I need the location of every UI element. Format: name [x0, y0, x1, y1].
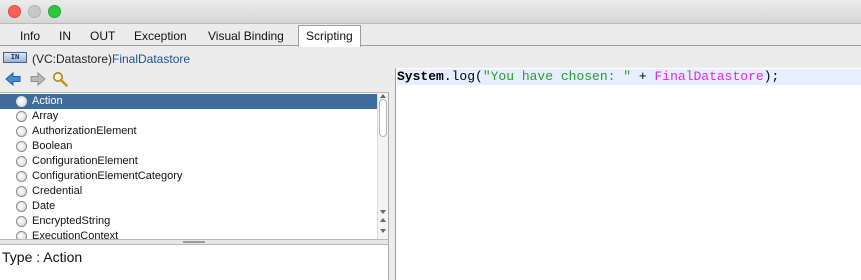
context-type: (VC:Datastore)	[32, 52, 113, 66]
scroll-up-icon[interactable]	[380, 218, 386, 222]
list-item-label: ExecutionContext	[32, 230, 119, 239]
type-icon	[16, 231, 27, 239]
type-icon	[16, 96, 27, 107]
type-icon	[16, 141, 27, 152]
type-icon	[16, 216, 27, 227]
type-detail-label: Type : Action	[2, 249, 83, 265]
in-parameter-icon: IN	[3, 52, 27, 63]
list-item-label: Date	[32, 200, 56, 212]
tab-scripting[interactable]: Scripting	[298, 25, 361, 47]
search-icon[interactable]	[52, 71, 68, 87]
scroll-up-icon[interactable]	[380, 94, 386, 98]
code-variable: FinalDatastore	[654, 69, 764, 84]
list-item-label: ConfigurationElementCategory	[32, 170, 183, 182]
scroll-down-icon[interactable]	[380, 210, 386, 214]
list-item-label: Array	[32, 110, 59, 122]
vertical-scrollbar[interactable]	[377, 93, 388, 239]
list-item-label: Credential	[32, 185, 83, 197]
tab-exception[interactable]: Exception	[134, 27, 187, 46]
list-item[interactable]: Action	[0, 94, 378, 109]
code-string: "You have chosen: "	[482, 69, 632, 84]
vertical-splitter[interactable]	[389, 68, 396, 280]
navigation-toolbar	[0, 68, 390, 90]
context-name[interactable]: FinalDatastore	[112, 52, 190, 66]
tab-visual-binding[interactable]: Visual Binding	[208, 27, 284, 46]
scroll-down-icon[interactable]	[380, 229, 386, 233]
list-item[interactable]: ExecutionContext	[0, 229, 378, 239]
list-item[interactable]: Credential	[0, 184, 378, 199]
type-detail-panel: Type : Action	[0, 245, 389, 280]
list-item-label: ConfigurationElement	[32, 155, 138, 167]
type-icon	[16, 156, 27, 167]
type-icon	[16, 171, 27, 182]
type-list: Action Array AuthorizationElement Boolea…	[0, 92, 389, 239]
list-item[interactable]: Boolean	[0, 139, 378, 154]
splitter-grip-icon	[183, 241, 205, 243]
type-icon	[16, 186, 27, 197]
tab-bar: Info IN OUT Exception Visual Binding Scr…	[0, 24, 861, 47]
list-item-label: Action	[32, 95, 63, 107]
list-item[interactable]: AuthorizationElement	[0, 124, 378, 139]
type-icon	[16, 111, 27, 122]
code-call: .log(	[443, 69, 483, 84]
context-bar: IN (VC:Datastore) FinalDatastore	[0, 47, 861, 66]
list-item[interactable]: ConfigurationElement	[0, 154, 378, 169]
back-arrow-icon[interactable]	[5, 71, 21, 87]
list-item-label: Boolean	[32, 140, 73, 152]
type-icon	[16, 201, 27, 212]
list-item[interactable]: EncryptedString	[0, 214, 378, 229]
code-end: );	[763, 69, 780, 84]
script-editor[interactable]: System.log("You have chosen: " + FinalDa…	[396, 68, 861, 280]
scrollbar-thumb[interactable]	[379, 99, 387, 137]
tab-in[interactable]: IN	[59, 27, 71, 46]
code-object: System	[397, 69, 444, 84]
type-icon	[16, 126, 27, 137]
tab-info[interactable]: Info	[20, 27, 40, 46]
list-item-label: AuthorizationElement	[32, 125, 137, 137]
maximize-window-button[interactable]	[48, 5, 61, 18]
list-item[interactable]: Date	[0, 199, 378, 214]
minimize-window-button[interactable]	[28, 5, 41, 18]
tab-out[interactable]: OUT	[90, 27, 115, 46]
window-titlebar	[0, 0, 861, 24]
list-item-label: EncryptedString	[32, 215, 111, 227]
code-operator: +	[631, 69, 655, 84]
list-item[interactable]: ConfigurationElementCategory	[0, 169, 378, 184]
list-item[interactable]: Array	[0, 109, 378, 124]
code-line[interactable]: System.log("You have chosen: " + FinalDa…	[397, 69, 861, 85]
close-window-button[interactable]	[8, 5, 21, 18]
forward-arrow-icon[interactable]	[30, 71, 46, 87]
